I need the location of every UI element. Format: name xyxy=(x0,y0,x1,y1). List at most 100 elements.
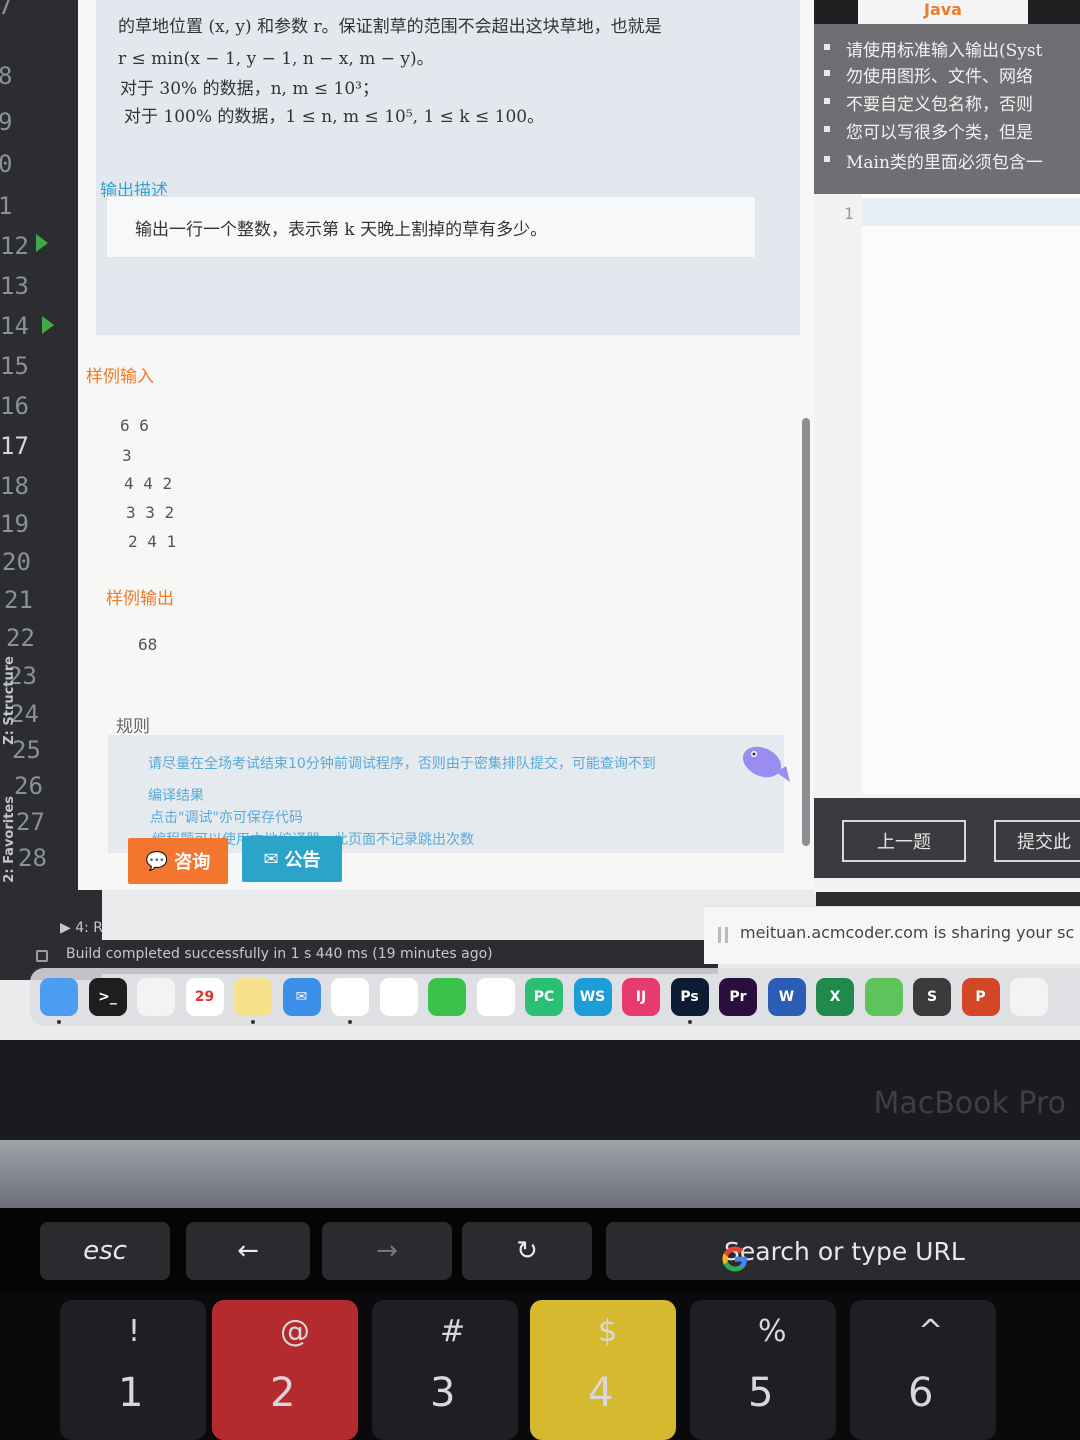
submit-button[interactable]: 提交此 xyxy=(994,820,1080,862)
powerpoint-icon[interactable]: P xyxy=(961,978,1000,1016)
notice-button[interactable]: ✉ 公告 xyxy=(242,836,342,882)
running-indicator xyxy=(251,1020,255,1024)
key-symbol: $ xyxy=(598,1314,618,1349)
output-box: 输出一行一个整数，表示第 k 天晚上割掉的草有多少。 xyxy=(106,196,756,258)
code-editor[interactable] xyxy=(862,194,1080,794)
key-5[interactable]: % 5 xyxy=(690,1300,836,1440)
key-2[interactable]: @2 xyxy=(212,1300,358,1440)
sample-output-value: 68 xyxy=(138,635,158,654)
intellij-icon[interactable]: IJ xyxy=(622,978,660,1016)
photoshop-icon[interactable]: Ps xyxy=(670,978,709,1016)
xmind-icon[interactable] xyxy=(864,978,903,1016)
description-box: 的草地位置 (x, y) 和参数 r。保证割草的范围不会超出这块草地，也就是 r… xyxy=(96,0,800,335)
forward-arrow-icon: → xyxy=(376,1236,398,1266)
desc-line: 对于 100% 的数据，1 ≤ n, m ≤ 10⁵, 1 ≤ k ≤ 100。 xyxy=(124,107,545,127)
key-number: 2 xyxy=(270,1370,296,1416)
fish-mascot-icon[interactable] xyxy=(738,738,792,786)
photos-icon[interactable] xyxy=(137,978,175,1016)
rules-title: 规则 xyxy=(116,717,150,737)
reload-key[interactable]: ↻ xyxy=(462,1222,592,1280)
finder-icon[interactable] xyxy=(40,978,78,1016)
app-icon[interactable] xyxy=(1010,978,1048,1016)
desc-line: 对于 30% 的数据，n, m ≤ 10³； xyxy=(120,79,379,99)
desc-line: r ≤ min(x − 1, y − 1, n − x, m − y)。 xyxy=(118,49,434,69)
run-tab-label: 4: R xyxy=(75,920,104,936)
brand-label: MacBook Pro xyxy=(873,1086,1066,1121)
sublime-icon[interactable]: S xyxy=(913,978,951,1016)
sample-output-title: 样例输出 xyxy=(106,589,174,609)
sample-input-line: 3 xyxy=(122,446,132,465)
premiere-icon[interactable]: Pr xyxy=(719,978,757,1016)
key-symbol: @ xyxy=(280,1314,310,1349)
wechat-icon[interactable] xyxy=(428,978,466,1016)
rule-line: 请尽量在全场考试结束10分钟前调试程序，否则由于密集排队提交，可能查询不到 xyxy=(148,756,656,772)
webstorm-icon[interactable]: WS xyxy=(573,978,612,1016)
rule-line: 点击"调试"亦可保存代码 xyxy=(150,810,303,826)
line-number: 18 xyxy=(0,472,29,500)
run-gutter-icon[interactable] xyxy=(36,234,48,252)
key-symbol: # xyxy=(440,1314,466,1349)
dock: >_ 29 ✉ PC WS IJ Ps Pr W X S P xyxy=(30,968,1080,1026)
line-number: 22 xyxy=(6,624,35,652)
note-item: 不要自定义包名称，否则 xyxy=(824,90,1033,115)
line-number: 26 xyxy=(14,772,43,800)
desc-line: 的草地位置 (x, y) 和参数 r。保证割草的范围不会超出这块草地，也就是 xyxy=(118,17,662,37)
running-indicator xyxy=(57,1020,61,1024)
back-arrow-icon: ← xyxy=(237,1236,259,1266)
prev-problem-button[interactable]: 上一题 xyxy=(842,820,966,862)
esc-key[interactable]: esc xyxy=(40,1222,170,1280)
rules-box: 请尽量在全场考试结束10分钟前调试程序，否则由于密集排队提交，可能查询不到 编译… xyxy=(108,735,784,853)
key-4[interactable]: $4 xyxy=(530,1300,676,1440)
build-status: Build completed successfully in 1 s 440 … xyxy=(66,946,493,962)
mail-icon[interactable]: ✉ xyxy=(282,978,321,1016)
chrome-icon[interactable] xyxy=(331,978,369,1016)
line-number: 20 xyxy=(2,548,31,576)
excel-icon[interactable]: X xyxy=(816,978,854,1016)
notice-button-label: 公告 xyxy=(284,850,321,871)
page-scrollbar[interactable] xyxy=(802,418,810,846)
sample-input-line: 4 4 2 xyxy=(124,474,173,493)
pause-icon[interactable] xyxy=(718,927,728,943)
run-tab[interactable]: ▶ 4: R xyxy=(60,920,103,936)
hinge xyxy=(0,1140,1080,1208)
line-number: 9 xyxy=(0,108,13,136)
key-symbol: ^ xyxy=(918,1314,944,1349)
url-bar[interactable]: Search or type URL xyxy=(606,1222,1080,1280)
note-item: 勿使用图形、文件、网络 xyxy=(824,62,1033,87)
status-icon xyxy=(36,950,48,962)
word-icon[interactable]: W xyxy=(767,978,806,1016)
key-3[interactable]: #3 xyxy=(372,1300,518,1440)
send-icon[interactable] xyxy=(476,978,515,1016)
language-tab[interactable]: Java xyxy=(858,0,1028,24)
qq-icon[interactable] xyxy=(379,978,418,1016)
run-gutter-icon[interactable] xyxy=(42,316,54,334)
key-6[interactable]: ^ 6 xyxy=(850,1300,996,1440)
favorites-tab[interactable]: 2: Favorites xyxy=(2,796,24,883)
line-number: 17 xyxy=(0,432,29,460)
note-item: 请使用标准输入输出(Syst xyxy=(823,36,1042,61)
consult-button[interactable]: 💬 咨询 xyxy=(128,838,228,884)
calendar-icon[interactable]: 29 xyxy=(185,978,224,1016)
editor-line-number: 1 xyxy=(844,204,854,223)
back-key[interactable]: ← xyxy=(186,1222,310,1280)
pycharm-icon[interactable]: PC xyxy=(525,978,563,1016)
line-number: 14 xyxy=(0,312,29,340)
envelope-icon: ✉ xyxy=(263,848,279,870)
key-number: 1 xyxy=(118,1370,144,1416)
screen-share-banner: meituan.acmcoder.com is sharing your sc xyxy=(704,906,1080,964)
screen-share-text: meituan.acmcoder.com is sharing your sc xyxy=(740,923,1075,942)
line-number: 16 xyxy=(0,392,29,420)
terminal-icon[interactable]: >_ xyxy=(88,978,127,1016)
google-icon xyxy=(722,1246,747,1272)
sample-input-line: 2 4 1 xyxy=(128,532,177,551)
forward-key[interactable]: → xyxy=(322,1222,452,1280)
structure-tab[interactable]: Z: Structure xyxy=(2,656,24,745)
reload-icon: ↻ xyxy=(516,1236,538,1266)
code-panel: Java 请使用标准输入输出(Syst 勿使用图形、文件、网络 不要自定义包名称… xyxy=(814,0,1080,895)
line-number: 13 xyxy=(0,272,29,300)
editor-gutter xyxy=(814,194,862,794)
notes-icon[interactable] xyxy=(234,978,272,1016)
line-number: 19 xyxy=(0,510,29,538)
key-symbol: ! xyxy=(128,1314,141,1349)
key-1[interactable]: ! 1 xyxy=(60,1300,206,1440)
